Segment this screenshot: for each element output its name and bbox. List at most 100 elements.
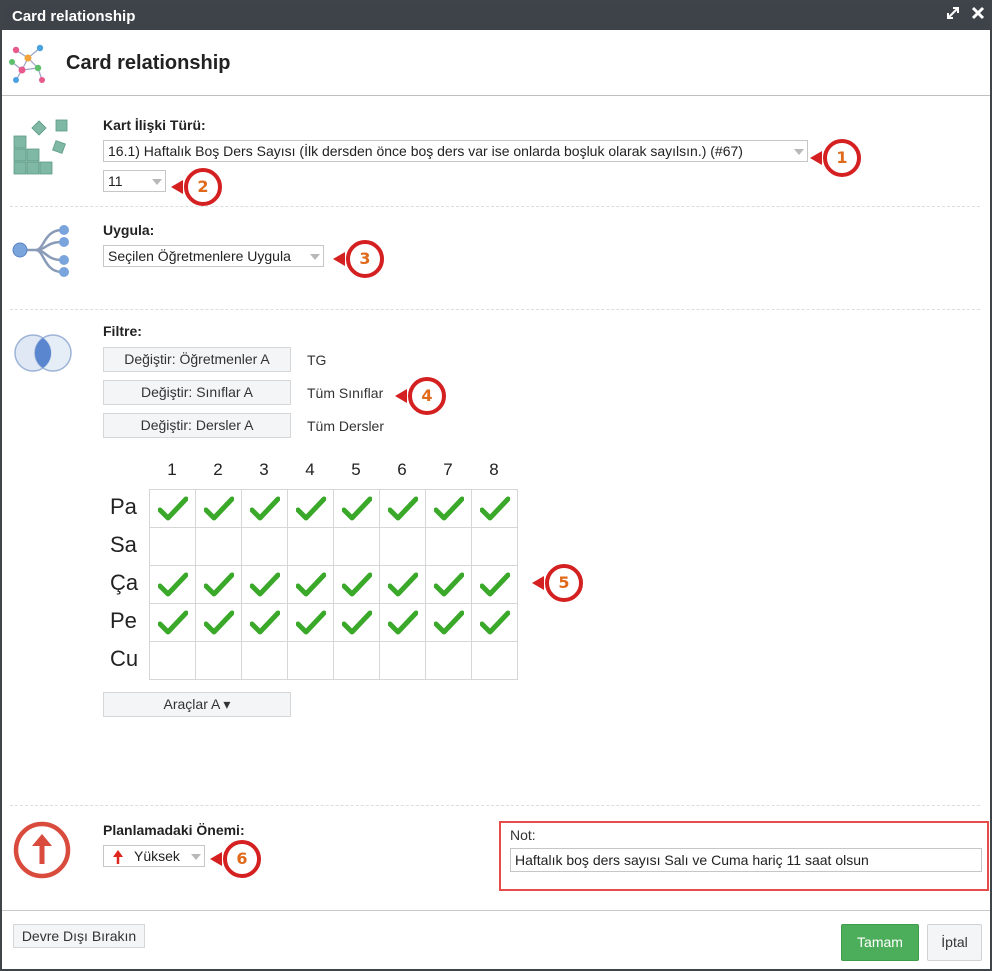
importance-select[interactable]: Yüksek: [103, 845, 205, 867]
chevron-down-icon: [310, 254, 320, 260]
timetable-cell[interactable]: [196, 566, 242, 604]
window-title: Card relationship: [12, 8, 136, 25]
arrow-up-icon: [112, 849, 124, 866]
timetable-cell[interactable]: [242, 490, 288, 528]
timetable-column-header[interactable]: 6: [379, 460, 425, 480]
timetable-cell[interactable]: [426, 566, 472, 604]
apply-select[interactable]: Seçilen Öğretmenlere Uygula: [103, 245, 324, 267]
timetable-cell[interactable]: [288, 566, 334, 604]
window-titlebar[interactable]: Card relationship: [2, 2, 990, 30]
filter-teachers-value: TG: [307, 352, 327, 368]
card-relationship-window: Card relationship Card relationship Kart…: [0, 0, 992, 971]
callout-marker: 3: [331, 239, 387, 279]
timetable-cell[interactable]: [380, 604, 426, 642]
timetable-cell[interactable]: [472, 642, 518, 680]
timetable-cell[interactable]: [426, 604, 472, 642]
callout-marker: 5: [530, 563, 586, 603]
timetable-cell[interactable]: [196, 604, 242, 642]
timetable-cell[interactable]: [196, 528, 242, 566]
timetable-cell[interactable]: [472, 566, 518, 604]
checkmark-icon: [158, 610, 188, 635]
chevron-down-icon: [794, 149, 804, 155]
venn-diagram-icon: [11, 332, 75, 379]
importance-label: Planlamadaki Önemi:: [103, 822, 245, 838]
timetable-row-header[interactable]: Pe: [110, 608, 137, 634]
filter-lessons-value: Tüm Dersler: [307, 418, 385, 434]
network-graph-icon: [8, 42, 48, 91]
callout-marker: 6: [208, 839, 264, 879]
timetable-column-header[interactable]: 8: [471, 460, 517, 480]
timetable-cell[interactable]: [150, 490, 196, 528]
timetable-row-header[interactable]: Pa: [110, 494, 137, 520]
timetable-column-header[interactable]: 3: [241, 460, 287, 480]
close-icon[interactable]: [971, 5, 985, 25]
checkmark-icon: [342, 496, 372, 521]
timetable-cell[interactable]: [426, 642, 472, 680]
change-lessons-button[interactable]: Değiştir: Dersler A: [103, 413, 291, 438]
ok-button[interactable]: Tamam: [841, 924, 919, 961]
timetable-cell[interactable]: [288, 604, 334, 642]
timetable-cell[interactable]: [150, 566, 196, 604]
apply-value: Seçilen Öğretmenlere Uygula: [108, 248, 291, 264]
timetable-cell[interactable]: [242, 566, 288, 604]
timetable-cell[interactable]: [288, 528, 334, 566]
filter-label: Filtre:: [103, 323, 142, 339]
timetable-cell[interactable]: [472, 490, 518, 528]
timetable-column-header[interactable]: 5: [333, 460, 379, 480]
timetable-cell[interactable]: [334, 604, 380, 642]
timetable-column-header[interactable]: 7: [425, 460, 471, 480]
chevron-down-icon: [191, 854, 201, 860]
relation-type-value: 16.1) Haftalık Boş Ders Sayısı (İlk ders…: [108, 143, 743, 159]
timetable-cell[interactable]: [242, 604, 288, 642]
timetable-cell[interactable]: [150, 528, 196, 566]
blocks-icon: [12, 114, 72, 181]
timetable-cell[interactable]: [380, 490, 426, 528]
timetable-cell[interactable]: [472, 604, 518, 642]
timetable-cell[interactable]: [380, 642, 426, 680]
dialog-footer: [2, 910, 990, 911]
callout-number: 2: [197, 177, 209, 196]
timetable-cell[interactable]: [426, 490, 472, 528]
expand-icon[interactable]: [946, 5, 960, 25]
section-divider: [10, 206, 980, 207]
checkmark-icon: [250, 610, 280, 635]
checkmark-icon: [388, 496, 418, 521]
timetable-column-header[interactable]: 2: [195, 460, 241, 480]
timetable-cell[interactable]: [380, 528, 426, 566]
timetable-cell[interactable]: [196, 642, 242, 680]
timetable-column-header[interactable]: 4: [287, 460, 333, 480]
timetable-grid[interactable]: [149, 489, 518, 680]
timetable-column-header[interactable]: 1: [149, 460, 195, 480]
timetable-row-header[interactable]: Ça: [110, 570, 138, 596]
timetable-cell[interactable]: [150, 642, 196, 680]
tools-button[interactable]: Araçlar A ▾: [103, 692, 291, 717]
timetable-row-header[interactable]: Cu: [110, 646, 138, 672]
timetable-cell[interactable]: [334, 490, 380, 528]
timetable-cell[interactable]: [150, 604, 196, 642]
checkmark-icon: [434, 496, 464, 521]
change-teachers-button[interactable]: Değiştir: Öğretmenler A: [103, 347, 291, 372]
timetable-cell[interactable]: [472, 528, 518, 566]
cancel-button[interactable]: İptal: [927, 924, 982, 961]
timetable-cell[interactable]: [334, 642, 380, 680]
timetable-cell[interactable]: [334, 528, 380, 566]
timetable-cell[interactable]: [196, 490, 242, 528]
relation-count-select[interactable]: 11: [103, 170, 166, 192]
checkmark-icon: [296, 572, 326, 597]
note-input[interactable]: [510, 848, 982, 872]
timetable-cell[interactable]: [426, 528, 472, 566]
timetable-cell[interactable]: [380, 566, 426, 604]
timetable-cell[interactable]: [288, 642, 334, 680]
checkmark-icon: [204, 572, 234, 597]
timetable-cell[interactable]: [242, 642, 288, 680]
relation-type-select[interactable]: 16.1) Haftalık Boş Ders Sayısı (İlk ders…: [103, 140, 808, 162]
callout-number: 4: [421, 386, 433, 405]
change-classes-button[interactable]: Değiştir: Sınıflar A: [103, 380, 291, 405]
timetable-cell[interactable]: [242, 528, 288, 566]
timetable-cell[interactable]: [334, 566, 380, 604]
timetable-cell[interactable]: [288, 490, 334, 528]
importance-value: Yüksek: [134, 848, 180, 864]
disable-button[interactable]: Devre Dışı Bırakın: [13, 924, 145, 948]
page-title: Card relationship: [66, 52, 231, 74]
timetable-row-header[interactable]: Sa: [110, 532, 137, 558]
